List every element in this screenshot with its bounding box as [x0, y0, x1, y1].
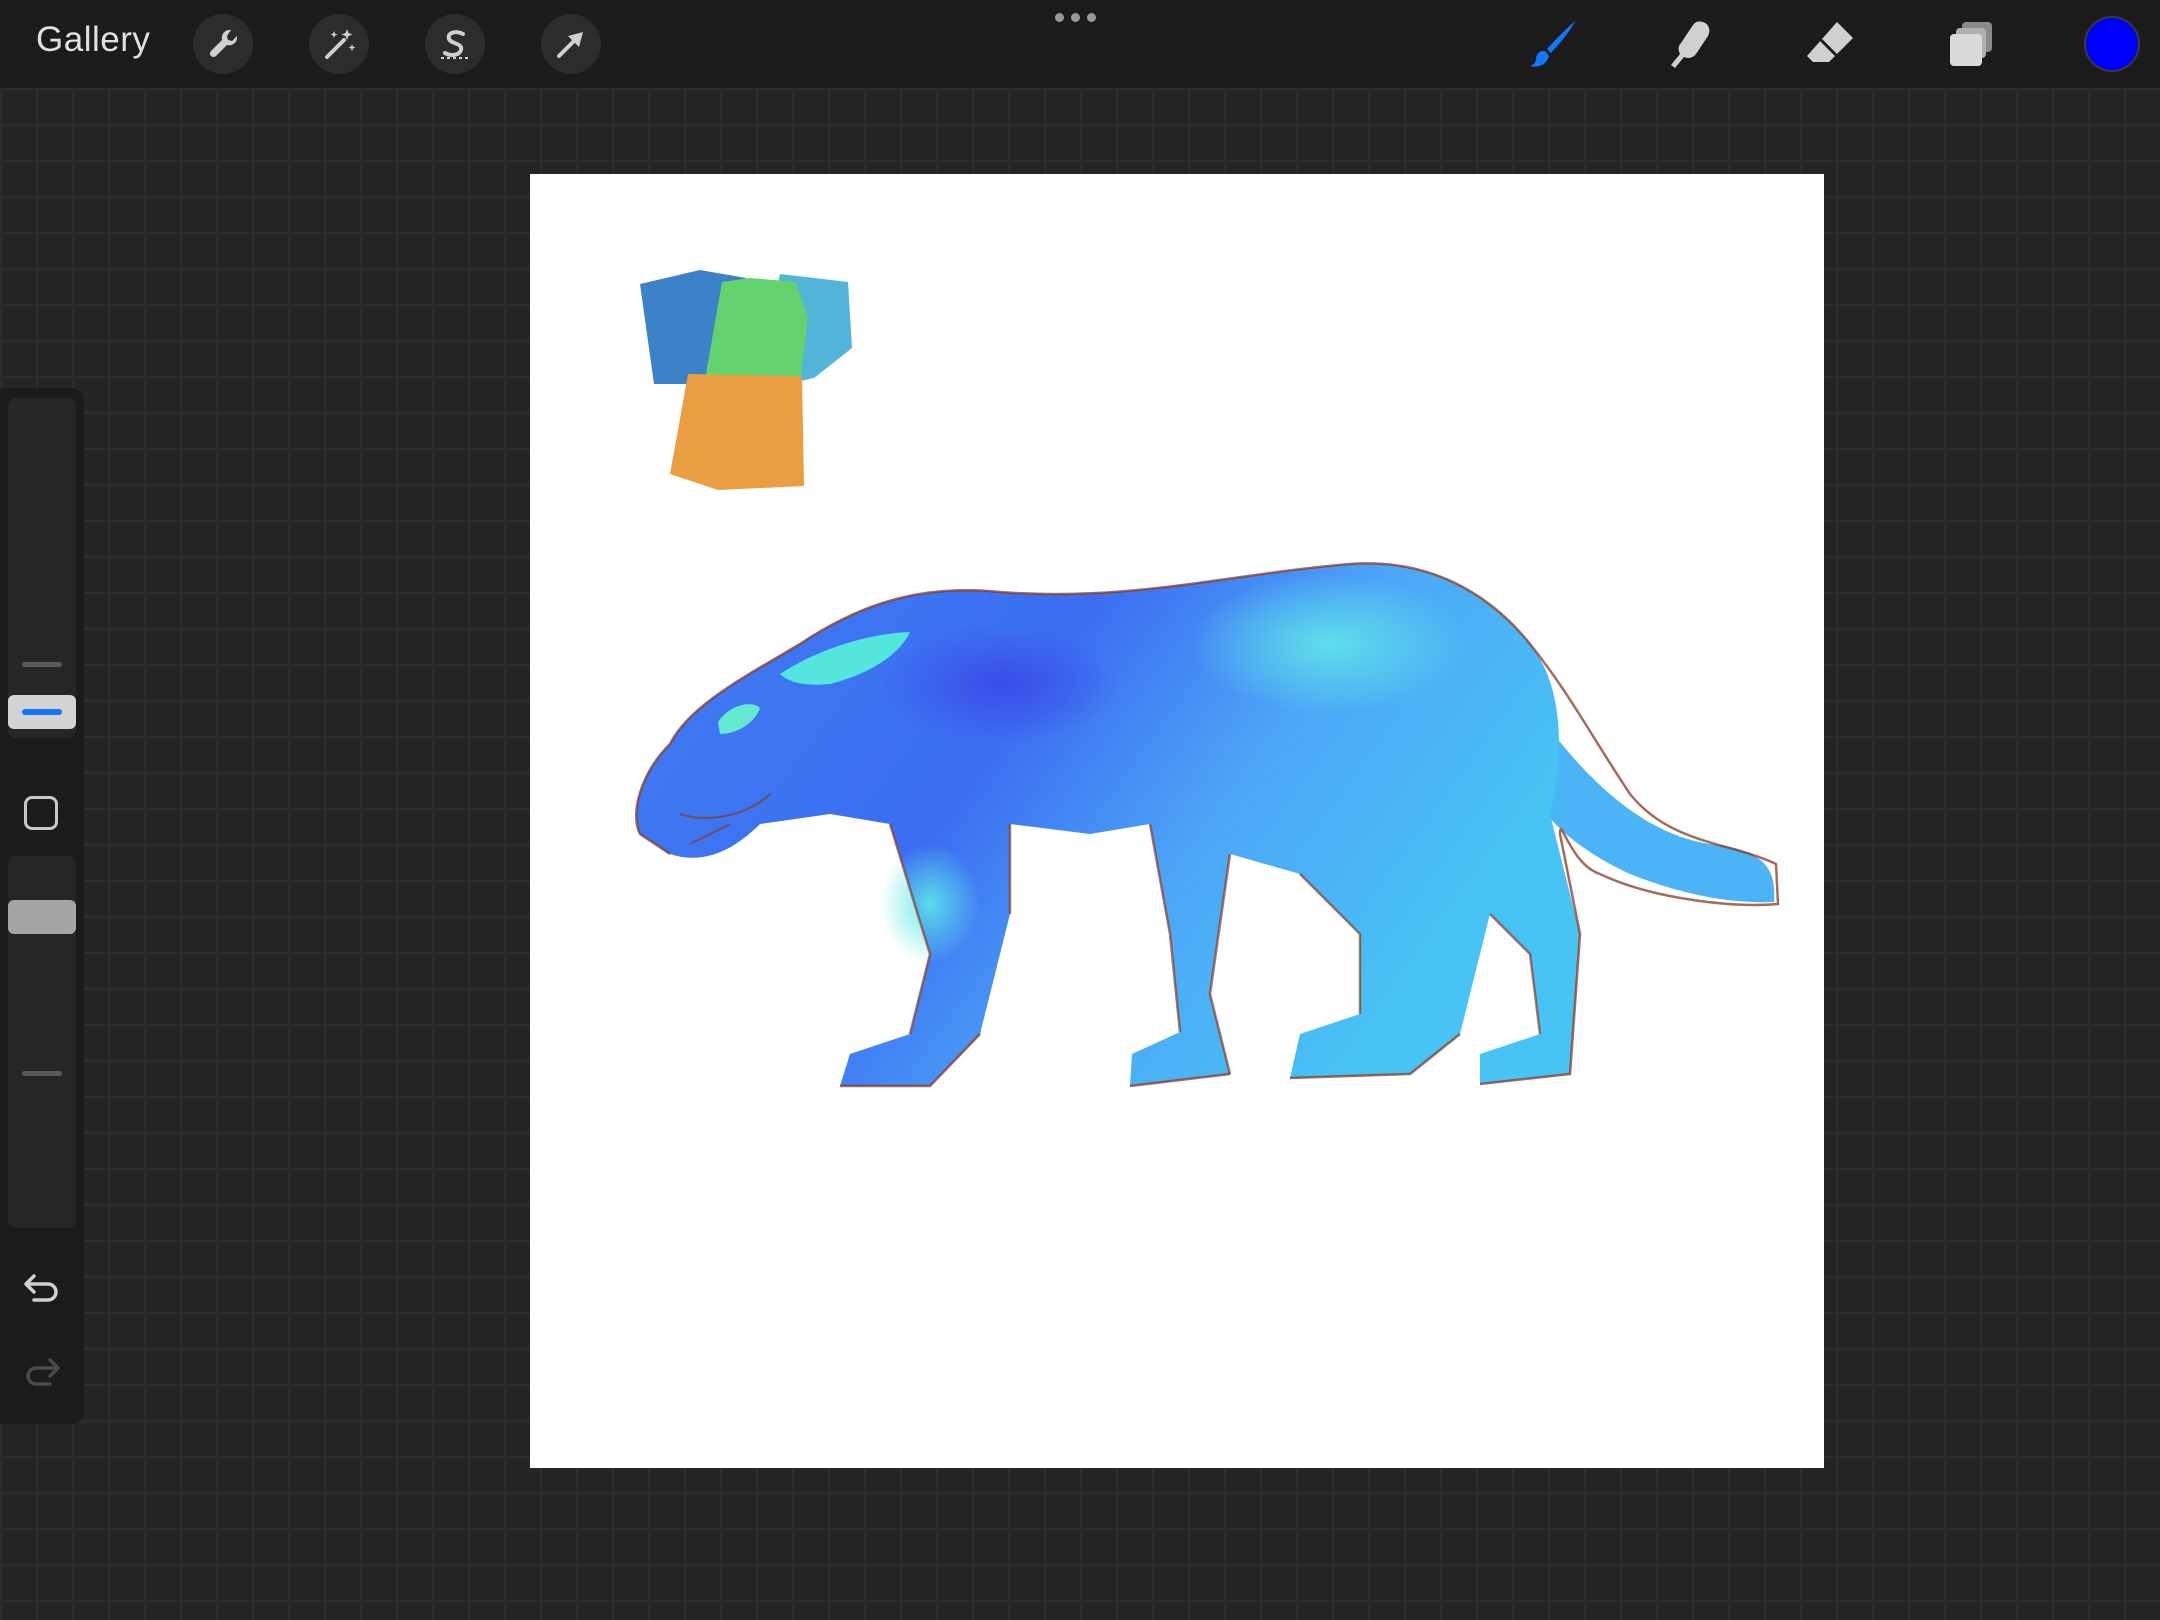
selection-button[interactable] — [425, 14, 485, 74]
more-options-button[interactable] — [1055, 13, 1096, 22]
opacity-thumb[interactable] — [8, 900, 76, 934]
eraser-icon — [1807, 22, 1853, 62]
dot — [1055, 13, 1064, 22]
wrench-icon — [209, 29, 238, 58]
actions-button[interactable] — [193, 14, 253, 74]
slider-tick — [22, 662, 62, 667]
left-sidebar — [0, 388, 84, 1424]
artwork — [635, 270, 1780, 1088]
adjustments-button[interactable] — [309, 14, 369, 74]
drawing-canvas[interactable] — [530, 174, 1824, 1468]
layers-icon — [1950, 22, 1992, 66]
panther — [635, 562, 1780, 1088]
color-picker-button[interactable] — [2084, 16, 2140, 72]
arrow-cursor-icon — [557, 32, 583, 58]
dot — [1071, 13, 1080, 22]
brush-icon — [1530, 21, 1575, 67]
layers-button[interactable] — [1940, 12, 2004, 76]
eraser-tool-button[interactable] — [1799, 12, 1863, 76]
dot — [1087, 13, 1096, 22]
top-toolbar: Gallery — [0, 0, 2160, 88]
brush-size-thumb[interactable] — [8, 695, 76, 729]
smudge-finger-icon — [1671, 21, 1710, 69]
magic-wand-icon — [325, 29, 356, 59]
modify-button[interactable] — [24, 796, 58, 830]
selection-s-icon — [441, 30, 469, 59]
palette-swatches — [640, 270, 852, 490]
redo-button[interactable] — [20, 1350, 64, 1394]
transform-button[interactable] — [541, 14, 601, 74]
smudge-tool-button[interactable] — [1659, 12, 1723, 76]
gallery-button[interactable]: Gallery — [36, 20, 150, 60]
brush-tool-button[interactable] — [1521, 12, 1585, 76]
slider-tick — [22, 1071, 62, 1076]
brush-size-slider[interactable] — [8, 398, 76, 738]
undo-button[interactable] — [20, 1266, 64, 1310]
